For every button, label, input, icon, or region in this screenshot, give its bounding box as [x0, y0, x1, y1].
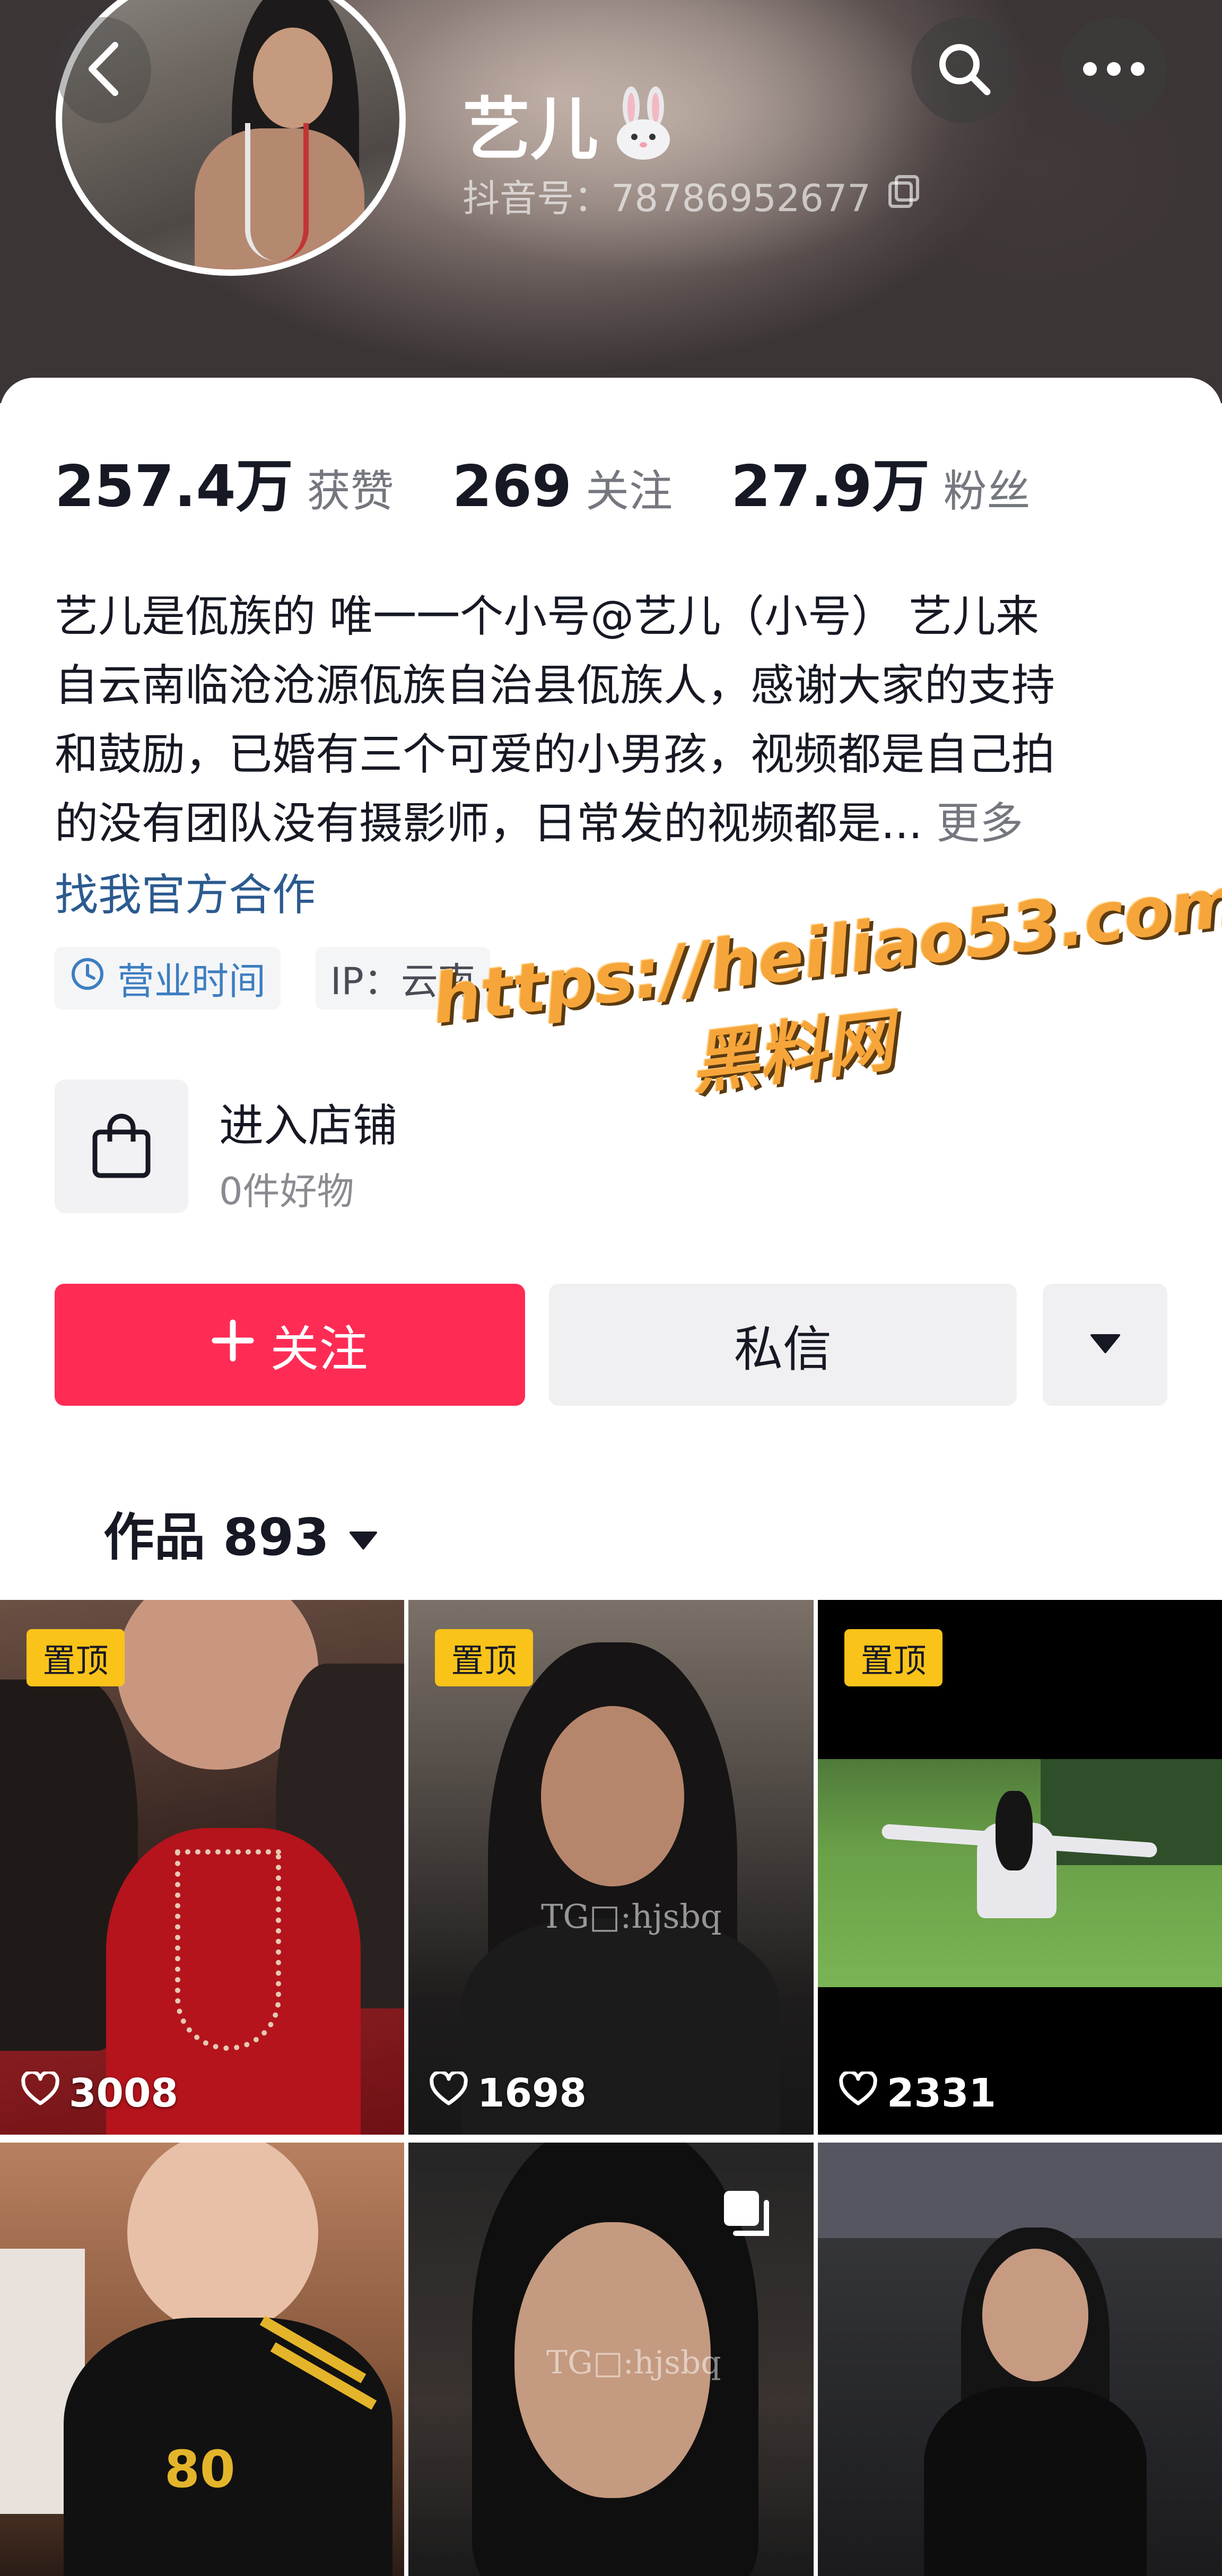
bio-line-last: 的没有团队没有摄影师，日常发的视频都是... 更多 [55, 789, 1174, 858]
more-dots-icon [1082, 61, 1146, 79]
business-hours-tag[interactable]: 营业时间 [55, 947, 281, 1009]
plus-icon [212, 1317, 254, 1373]
follow-button[interactable]: 关注 [55, 1284, 525, 1406]
bio-more-link[interactable]: 更多 [936, 798, 1023, 849]
shop-entry-subtitle[interactable]: 0件好物 [219, 1162, 354, 1215]
following-label[interactable]: 关注 [586, 456, 673, 519]
tile-face [982, 2249, 1088, 2381]
tab-works-label: 作品 893 [103, 1508, 329, 1567]
nickname-text: 艺儿 [462, 90, 599, 169]
heart-icon [839, 2070, 877, 2116]
likes-label[interactable]: 获赞 [307, 456, 394, 519]
bio-line: 艺儿是佤族的 唯一一个小号@艺儿（小号） 艺儿来 [55, 591, 1040, 642]
like-count: 2331 [839, 2070, 996, 2116]
like-count: 1698 [430, 2070, 587, 2116]
video-tile[interactable]: 80 [0, 2143, 404, 2576]
shop-entry-icon-box[interactable] [55, 1080, 188, 1213]
heart-icon [21, 2070, 59, 2116]
search-button[interactable] [911, 17, 1017, 123]
more-button[interactable] [1061, 17, 1167, 123]
pinned-badge: 置顶 [844, 1629, 942, 1686]
followers-count[interactable]: 27.9万 [731, 440, 929, 523]
tab-works[interactable]: 作品 893 [103, 1496, 378, 1570]
copy-icon[interactable] [887, 173, 922, 217]
video-tile[interactable]: 置顶 3008 [0, 1600, 404, 2135]
search-icon [935, 40, 993, 100]
like-count-value: 2331 [887, 2070, 996, 2116]
official-cooperation-link[interactable]: 找我官方合作 [55, 859, 316, 923]
tile-necklace [175, 1849, 281, 2051]
message-button-label: 私信 [734, 1320, 832, 1378]
triangle-down-icon [348, 1503, 378, 1563]
shop-entry-title[interactable]: 进入店铺 [219, 1090, 397, 1154]
message-button[interactable]: 私信 [549, 1284, 1017, 1406]
following-count[interactable]: 269 [452, 454, 572, 520]
bio-line: 自云南临沧沧源佤族自治县佤族人，感谢大家的支持 [55, 660, 1055, 711]
stats-row: 257.4万 获赞 269 关注 27.9万 粉丝 [55, 440, 1089, 523]
pinned-badge: 置顶 [27, 1629, 125, 1686]
like-count-value: 3008 [69, 2070, 178, 2116]
douyin-id-text: 抖音号：78786952677 [462, 177, 871, 220]
video-tile[interactable]: TG□:hjsbq [408, 2143, 814, 2576]
tile-watermark-text: TG□:hjsbq [541, 1897, 722, 1936]
video-tile[interactable]: 置顶 2331 [818, 1600, 1222, 2135]
video-tile[interactable] [818, 2143, 1222, 2576]
tile-shirt-number: 80 [164, 2440, 235, 2499]
bio-line-text: 的没有团队没有摄影师，日常发的视频都是... [55, 798, 923, 849]
like-count-value: 1698 [477, 2070, 587, 2116]
avatar-face [253, 28, 333, 128]
multi-image-icon [721, 2188, 774, 2243]
tile-shirt [924, 2387, 1147, 2576]
clock-icon [69, 956, 106, 1001]
nickname: 艺儿 [462, 74, 678, 172]
bio[interactable]: 艺儿是佤族的 唯一一个小号@艺儿（小号） 艺儿来 自云南临沧沧源佤族自治县佤族人… [55, 582, 1174, 858]
triangle-down-icon [1089, 1333, 1121, 1356]
pinned-badge: 置顶 [435, 1629, 533, 1686]
tile-watermark-text: TG□:hjsbq [546, 2344, 721, 2381]
video-grid: 置顶 3008 TG□:hjsbq 置顶 1698 置顶 2331 80 TG□… [0, 1600, 1222, 2576]
back-button[interactable] [56, 17, 151, 123]
shopping-bag-icon [90, 1111, 153, 1182]
business-hours-label: 营业时间 [117, 959, 266, 1003]
likes-count[interactable]: 257.4万 [55, 440, 293, 523]
rabbit-emoji-icon [609, 86, 678, 161]
followers-label[interactable]: 粉丝 [944, 456, 1031, 519]
recommend-dropdown-button[interactable] [1043, 1284, 1167, 1406]
avatar-necklace [245, 123, 309, 261]
tile-face [127, 2143, 318, 2334]
like-count: 3008 [21, 2070, 178, 2116]
douyin-id[interactable]: 抖音号：78786952677 [462, 169, 922, 222]
tile-face [541, 1706, 684, 1886]
video-tile[interactable]: TG□:hjsbq 置顶 1698 [408, 1600, 814, 2135]
tile-ceiling [818, 2143, 1222, 2238]
bio-line: 和鼓励，已婚有三个可爱的小男孩，视频都是自己拍 [55, 729, 1055, 780]
follow-button-label: 关注 [270, 1320, 368, 1378]
chevron-left-icon [82, 40, 125, 100]
tile-hair [996, 1791, 1033, 1870]
heart-icon [430, 2070, 468, 2116]
